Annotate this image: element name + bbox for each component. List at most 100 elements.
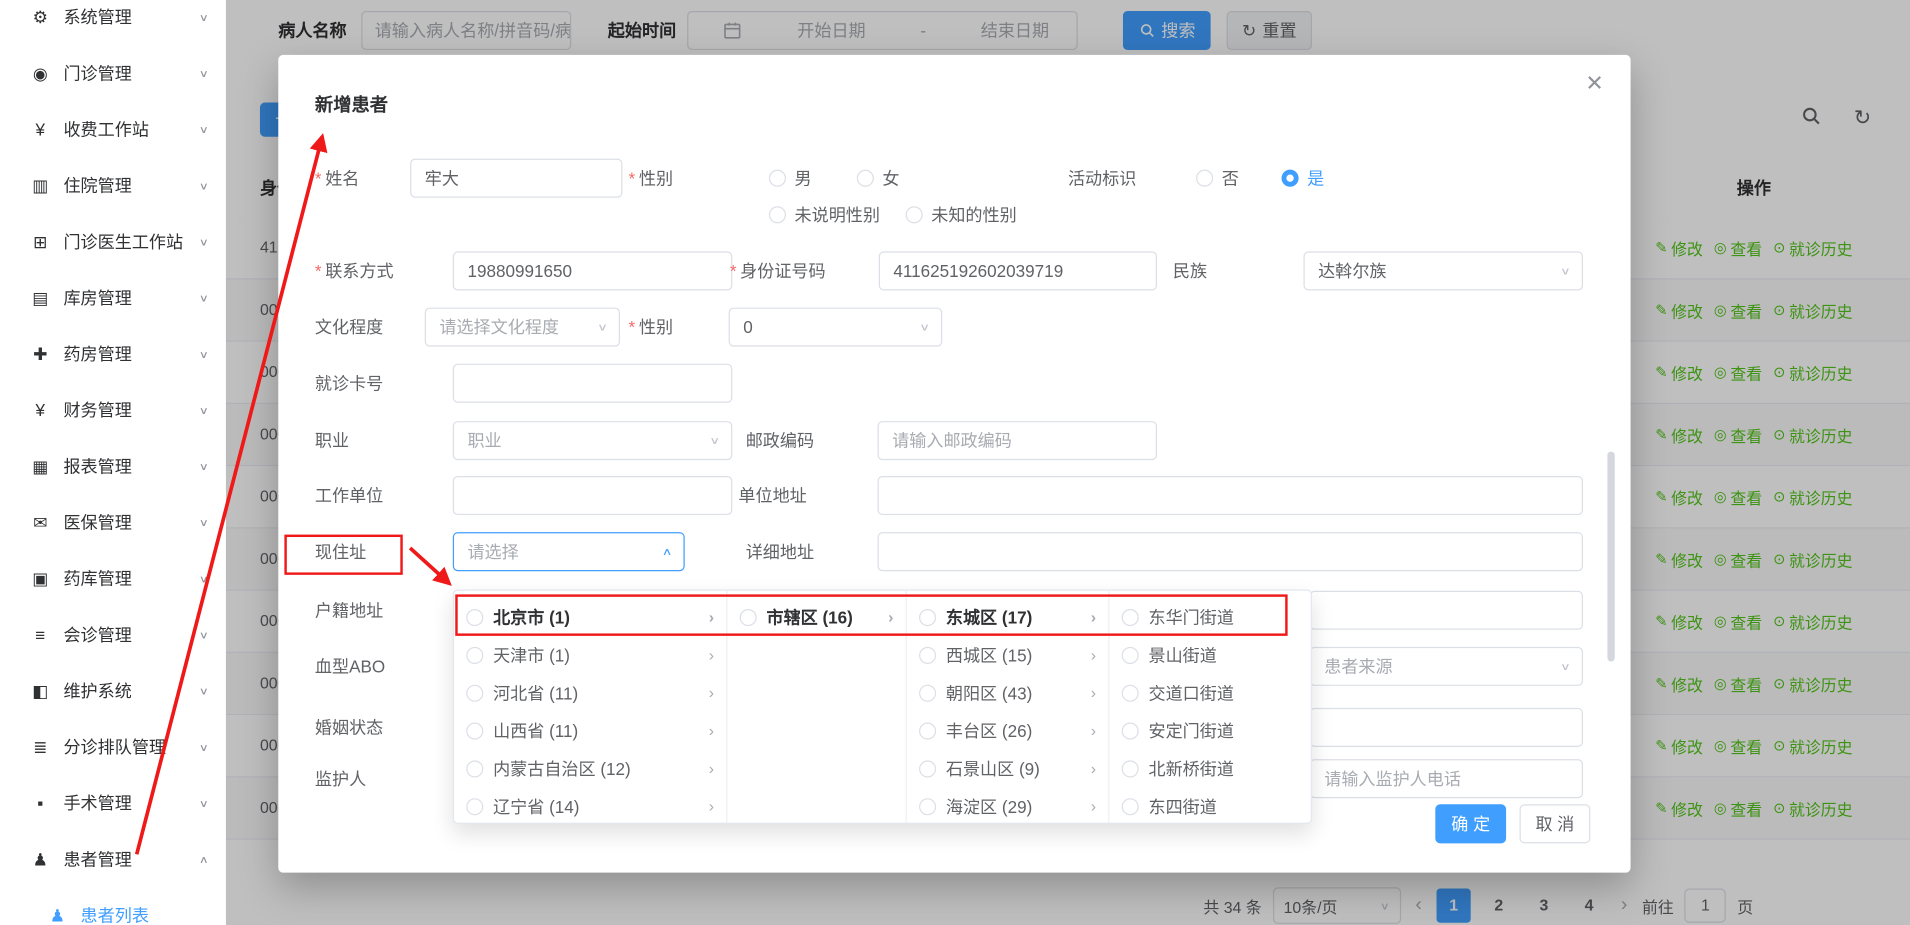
modal-scrollbar-thumb[interactable]: [1607, 452, 1614, 662]
confirm-button[interactable]: 确 定: [1435, 804, 1506, 843]
sidebar-item[interactable]: ≣ 分诊排队管理 ∨: [0, 719, 226, 775]
cascader-option[interactable]: 北新桥街道 ›: [1109, 749, 1310, 787]
chevron-icon: ∨: [199, 123, 209, 135]
cascader-option[interactable]: 辽宁省 (14) ›: [454, 787, 726, 822]
cascader-option[interactable]: 海淀区 (29) ›: [907, 787, 1108, 822]
cascader-option[interactable]: 西城区 (15) ›: [907, 636, 1108, 674]
guardian-phone-input[interactable]: 请输入监护人电话: [1310, 759, 1583, 798]
cascader-option[interactable]: 市辖区 (16) ›: [727, 598, 905, 636]
cascader-district-column: 东城区 (17) › 西城区 (15) › 朝阳区 (43) ›: [907, 591, 1110, 823]
gender-radio-male[interactable]: 男: [769, 159, 812, 198]
active-flag-radio-no[interactable]: 否: [1196, 159, 1239, 198]
sidebar-item[interactable]: ⚙ 系统管理 ∨: [0, 0, 226, 45]
sidebar-item-patient-list[interactable]: ♟ 患者列表: [0, 887, 226, 925]
active-flag-radio-yes[interactable]: 是: [1282, 159, 1325, 198]
name-input[interactable]: 牢大: [410, 159, 622, 198]
chevron-down-icon: ∨: [1560, 258, 1571, 284]
sidebar-item[interactable]: ¥ 财务管理 ∨: [0, 382, 226, 438]
marital-status-input[interactable]: [1310, 708, 1583, 747]
sidebar-item[interactable]: ▣ 药库管理 ∨: [0, 550, 226, 606]
sidebar-item[interactable]: ≡ 会诊管理 ∨: [0, 607, 226, 663]
radio-icon: [1122, 646, 1139, 663]
consultation-list-icon: ≡: [29, 625, 51, 645]
chevron-icon: ∨: [199, 180, 209, 192]
sidebar-item-label: 会诊管理: [63, 622, 198, 646]
sidebar-item[interactable]: ▦ 报表管理 ∨: [0, 438, 226, 494]
report-icon: ▦: [29, 456, 51, 477]
work-unit-input[interactable]: [453, 476, 732, 515]
sidebar-item[interactable]: ▥ 住院管理 ∨: [0, 157, 226, 213]
chevron-down-icon: ∨: [1560, 654, 1571, 680]
work-unit-label: 工作单位: [315, 476, 383, 515]
sidebar-item[interactable]: ⊞ 门诊医生工作站 ∨: [0, 214, 226, 270]
contact-input[interactable]: 19880991650: [453, 251, 732, 290]
chevron-right-icon: ›: [709, 759, 714, 777]
chevron-right-icon: ›: [1091, 683, 1096, 701]
radio-icon: [1122, 684, 1139, 701]
chevron-icon: ∨: [199, 685, 209, 697]
postal-code-input[interactable]: 请输入邮政编码: [878, 421, 1157, 460]
sidebar-item[interactable]: ¥ 收费工作站 ∨: [0, 101, 226, 157]
radio-icon: [919, 760, 936, 777]
chevron-right-icon: ›: [888, 608, 893, 626]
chevron-down-icon: ∨: [919, 314, 930, 340]
app-root: 病人名称 请输入病人名称/拼音码/病人ID 起始时间 开始日期 - 结束日期 搜…: [0, 0, 1910, 925]
sidebar-item-label: 手术管理: [63, 791, 198, 815]
cancel-button[interactable]: 取 消: [1520, 804, 1591, 843]
id-number-input[interactable]: 411625192602039719: [879, 251, 1157, 290]
cascader-option[interactable]: 东城区 (17) ›: [907, 598, 1108, 636]
cascader-option[interactable]: 山西省 (11) ›: [454, 712, 726, 750]
chevron-right-icon: ›: [1091, 759, 1096, 777]
education-label: 文化程度: [315, 308, 383, 347]
cascader-option[interactable]: 交道口街道 ›: [1109, 674, 1310, 712]
cascader-option[interactable]: 景山街道 ›: [1109, 636, 1310, 674]
ethnicity-select[interactable]: 达斡尔族∨: [1303, 251, 1582, 290]
insurance-mail-icon: ✉: [29, 512, 51, 533]
radio-icon: [1122, 760, 1139, 777]
cascader-province-column: 北京市 (1) › 天津市 (1) › 河北省 (11) ›: [454, 591, 727, 823]
cascader-option[interactable]: 北京市 (1) ›: [454, 598, 726, 636]
patient-source-select[interactable]: 患者来源∨: [1310, 647, 1583, 686]
sidebar-item[interactable]: ♟ 患者管理 ∧: [0, 831, 226, 887]
occupation-select[interactable]: 职业∨: [453, 421, 732, 460]
unit-address-input[interactable]: [878, 476, 1583, 515]
current-address-select[interactable]: 请选择∧: [453, 532, 685, 571]
radio-icon: [1122, 722, 1139, 739]
cascader-option[interactable]: 东华门街道 ›: [1109, 598, 1310, 636]
gender-code-select[interactable]: 0∨: [729, 308, 943, 347]
cascader-option[interactable]: 丰台区 (26) ›: [907, 712, 1108, 750]
sidebar-item[interactable]: ◧ 维护系统 ∨: [0, 663, 226, 719]
detail-address-input[interactable]: [878, 532, 1583, 571]
cascader-option[interactable]: 石景山区 (9) ›: [907, 749, 1108, 787]
gender-radio-unknown[interactable]: 未知的性别: [906, 195, 1017, 234]
cascader-option[interactable]: 河北省 (11) ›: [454, 674, 726, 712]
registered-address-input[interactable]: [1310, 591, 1583, 630]
occupation-label: 职业: [315, 421, 349, 460]
postal-code-label: 邮政编码: [746, 421, 814, 460]
maintenance-icon: ◧: [29, 680, 51, 701]
gender-radio-unstated[interactable]: 未说明性别: [769, 195, 880, 234]
chevron-right-icon: ›: [709, 608, 714, 626]
gender-radio-female[interactable]: 女: [857, 159, 900, 198]
cascader-option[interactable]: 东四街道 ›: [1109, 787, 1310, 822]
sidebar-item[interactable]: ✉ 医保管理 ∨: [0, 494, 226, 550]
visit-card-input[interactable]: [453, 364, 732, 403]
education-select[interactable]: 请选择文化程度∨: [425, 308, 620, 347]
sidebar-item[interactable]: ▤ 库房管理 ∨: [0, 270, 226, 326]
close-icon[interactable]: ✕: [1585, 71, 1603, 97]
sidebar-item[interactable]: ◉ 门诊管理 ∨: [0, 45, 226, 101]
chevron-icon: ∨: [199, 67, 209, 79]
patient-icon: ♟: [29, 849, 51, 870]
sidebar-item[interactable]: ✚ 药房管理 ∨: [0, 326, 226, 382]
current-address-label: 现住址: [315, 532, 366, 571]
outpatient-icon: ◉: [29, 63, 51, 84]
cascader-option[interactable]: 内蒙古自治区 (12) ›: [454, 749, 726, 787]
sidebar-item-label: 门诊管理: [63, 61, 198, 85]
cascader-option[interactable]: 安定门街道 ›: [1109, 712, 1310, 750]
radio-icon: [919, 684, 936, 701]
sidebar-item[interactable]: ▪ 手术管理 ∨: [0, 775, 226, 831]
cascader-option[interactable]: 天津市 (1) ›: [454, 636, 726, 674]
address-cascader-panel: 北京市 (1) › 天津市 (1) › 河北省 (11) ›: [453, 590, 1312, 824]
cascader-option[interactable]: 朝阳区 (43) ›: [907, 674, 1108, 712]
unit-address-label: 单位地址: [738, 476, 806, 515]
